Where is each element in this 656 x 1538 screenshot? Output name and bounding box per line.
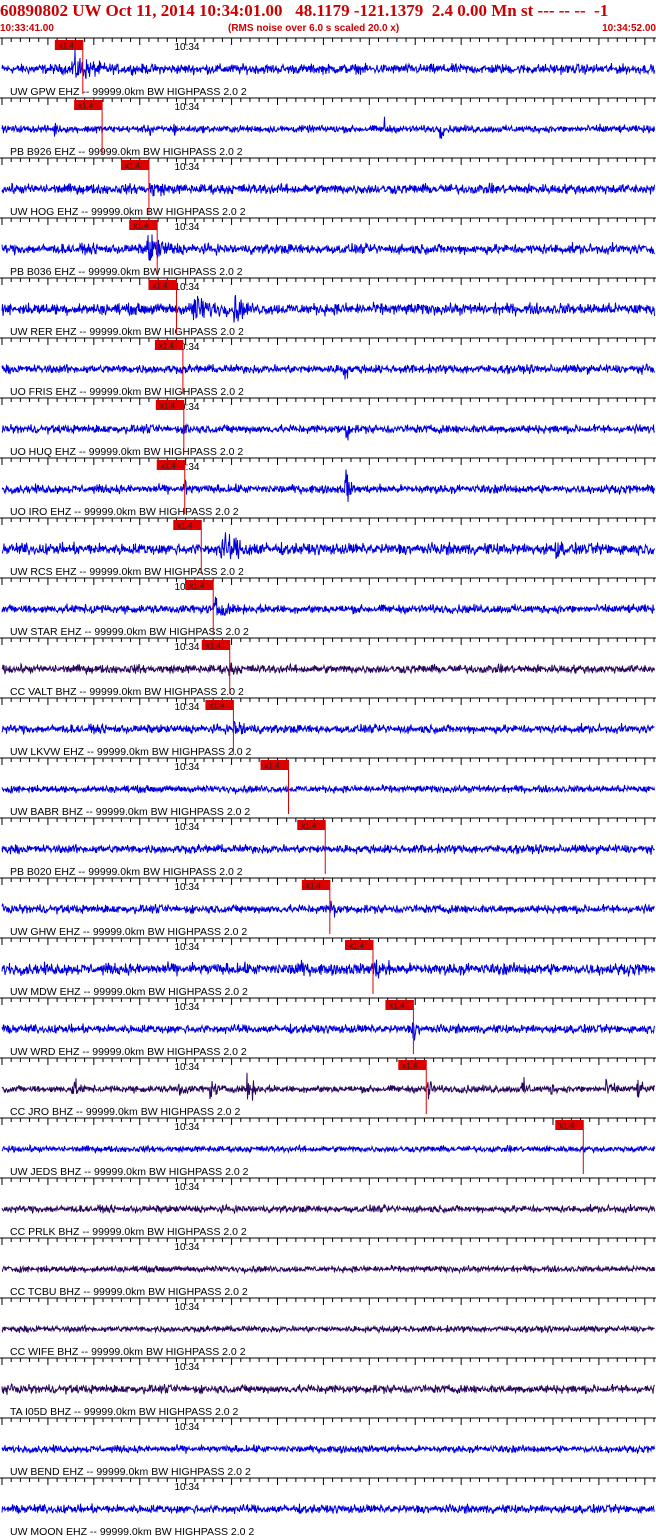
seismic-trace: [1, 116, 655, 139]
station-label: UW MDW EHZ -- 99999.0km BW HIGHPASS 2.0 …: [10, 986, 248, 998]
pick-flag-label: x1.4: [389, 1002, 405, 1011]
minute-mark-label: 10:34: [174, 1482, 199, 1493]
minute-mark-label: 10:34: [174, 822, 199, 833]
seismic-trace: [1, 596, 655, 616]
pick-flag-label: x1.4: [306, 882, 322, 891]
station-label: TA I05D BHZ -- 99999.0km BW HIGHPASS 2.0…: [10, 1406, 239, 1418]
pick-flag-label: x1.4: [301, 822, 317, 831]
pick-flag-label: x1.4: [265, 762, 281, 771]
minute-mark-label: 10:34: [174, 1182, 199, 1193]
station-label: UO IRO EHZ -- 99999.0km BW HIGHPASS 2.0 …: [10, 506, 239, 518]
minute-mark-label: 10:34: [174, 1002, 199, 1013]
pick-flag-label: x1.4: [133, 222, 149, 231]
seismic-trace: [1, 959, 655, 979]
pick-flag-label: x1.4: [59, 42, 75, 51]
station-label: CC TCBU BHZ -- 99999.0km BW HIGHPASS 2.0…: [10, 1286, 248, 1298]
seismic-trace: [1, 234, 655, 261]
minute-mark-label: 10:34: [174, 282, 199, 293]
station-label: UW JEDS BHZ -- 99999.0km BW HIGHPASS 2.0…: [10, 1166, 249, 1178]
seismic-trace: [1, 182, 655, 197]
station-label: UW HOG EHZ -- 99999.0km BW HIGHPASS 2.0 …: [10, 206, 246, 218]
seismic-trace: [1, 843, 655, 855]
seismic-trace: [1, 469, 655, 502]
minute-mark-label: 10:34: [174, 1242, 199, 1253]
pick-flag-label: x1.4: [78, 102, 94, 111]
minute-mark-label: 10:34: [174, 1362, 199, 1373]
station-label: UW BEND EHZ -- 99999.0km BW HIGHPASS 2.0…: [10, 1466, 251, 1478]
minute-mark-label: 10:34: [174, 762, 199, 773]
pick-flag-label: x1.4: [177, 522, 193, 531]
station-label: UW MOON EHZ -- 99999.0km BW HIGHPASS 2.0…: [10, 1526, 254, 1538]
station-label: CC WIFE BHZ -- 99999.0km BW HIGHPASS 2.0…: [10, 1346, 246, 1358]
seismic-trace: [1, 1444, 655, 1455]
station-label: CC VALT BHZ -- 99999.0km BW HIGHPASS 2.0…: [10, 686, 244, 698]
seismic-trace: [1, 1383, 655, 1395]
seismic-trace: [1, 294, 655, 323]
minute-mark-label: 10:34: [174, 942, 199, 953]
seismic-trace: [1, 1022, 655, 1041]
pick-flag-label: x1.4: [125, 162, 141, 171]
seismic-trace: [1, 1203, 655, 1215]
minute-mark-label: 10:34: [174, 1062, 199, 1073]
station-label: UW RCS EHZ -- 99999.0km BW HIGHPASS 2.0 …: [10, 566, 244, 578]
pick-flag-label: x1.4: [160, 402, 176, 411]
pick-flag-label: x1.4: [159, 342, 175, 351]
station-label: PB B926 EHZ -- 99999.0km BW HIGHPASS 2.0…: [10, 146, 243, 158]
station-label: UO HUQ EHZ -- 99999.0km BW HIGHPASS 2.0 …: [10, 446, 243, 458]
seismic-trace: [1, 363, 655, 380]
seismic-trace: [1, 1503, 655, 1515]
station-label: UW BABR BHZ -- 99999.0km BW HIGHPASS 2.0…: [10, 806, 250, 818]
station-label: UW RER EHZ -- 99999.0km BW HIGHPASS 2.0 …: [10, 326, 244, 338]
station-label: CC PRLK BHZ -- 99999.0km BW HIGHPASS 2.0…: [10, 1226, 247, 1238]
minute-mark-label: 10:34: [174, 222, 199, 233]
seismic-trace: [1, 720, 655, 736]
minute-mark-label: 10:34: [174, 1422, 199, 1433]
seismic-trace: [1, 1072, 655, 1101]
seismogram-plot: 10:34 UW GPW EHZ -- 99999.0km BW HIGHPASS…: [0, 37, 656, 1538]
minute-mark-label: 10:34: [174, 1302, 199, 1313]
minute-mark-label: 10:34: [174, 42, 199, 53]
minute-mark-label: 10:34: [174, 1122, 199, 1133]
station-label: PB B020 EHZ -- 99999.0km BW HIGHPASS 2.0…: [10, 866, 243, 878]
seismic-trace: [1, 1143, 655, 1155]
pick-flag-label: x1.4: [559, 1122, 575, 1131]
station-label: UW GPW EHZ -- 99999.0km BW HIGHPASS 2.0 …: [10, 86, 247, 98]
seismic-trace: [1, 1263, 655, 1275]
station-label: UW LKVW EHZ -- 99999.0km BW HIGHPASS 2.0…: [10, 746, 252, 758]
minute-mark-label: 10:34: [174, 642, 199, 653]
seismic-trace: [1, 49, 655, 80]
seismic-trace: [1, 532, 655, 560]
minute-mark-label: 10:34: [174, 102, 199, 113]
seismic-trace: [1, 900, 655, 918]
minute-mark-label: 10:34: [174, 162, 199, 173]
seismic-trace: [1, 1323, 655, 1334]
pick-flag-label: x1.4: [402, 1062, 418, 1071]
pick-flag-label: x1.4: [206, 642, 222, 651]
station-label: CC JRO BHZ -- 99999.0km BW HIGHPASS 2.0 …: [10, 1106, 240, 1118]
station-label: PB B036 EHZ -- 99999.0km BW HIGHPASS 2.0…: [10, 266, 243, 278]
pick-flag-label: x1.4: [209, 702, 225, 711]
seismic-trace: [1, 784, 655, 796]
station-label: UW WRD EHZ -- 99999.0km BW HIGHPASS 2.0 …: [10, 1046, 247, 1058]
seismic-trace: [1, 662, 655, 676]
pick-flag-label: x1.4: [152, 282, 168, 291]
pick-flag-label: x1.4: [189, 582, 205, 591]
station-label: UW GHW EHZ -- 99999.0km BW HIGHPASS 2.0 …: [10, 926, 247, 938]
minute-mark-label: 10:34: [174, 702, 199, 713]
seismic-trace: [1, 422, 655, 441]
pick-flag-label: x1.4: [161, 462, 177, 471]
pick-flag-label: x1.4: [349, 942, 365, 951]
minute-mark-label: 10:34: [174, 882, 199, 893]
station-label: UO FRIS EHZ -- 99999.0km BW HIGHPASS 2.0…: [10, 386, 244, 398]
